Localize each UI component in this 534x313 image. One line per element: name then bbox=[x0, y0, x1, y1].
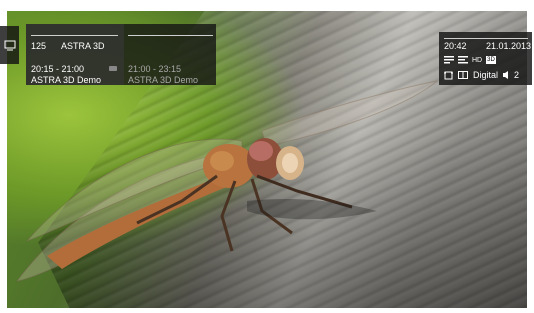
channel-number: 125 bbox=[31, 41, 47, 51]
hd-icon bbox=[109, 66, 117, 71]
channel-name: ASTRA 3D bbox=[61, 41, 105, 51]
hd-badge: HD bbox=[472, 56, 483, 64]
current-program-title: ASTRA 3D Demo bbox=[31, 75, 102, 85]
next-program-title: ASTRA 3D Demo bbox=[128, 75, 199, 85]
audio-label: Digital bbox=[473, 70, 499, 80]
channel-info-panel: 125 ASTRA 3D 20:15 - 21:00 ASTRA 3D Demo… bbox=[26, 24, 216, 85]
info-icons-row: HD 3D bbox=[444, 56, 496, 64]
audio-row: Digital 2 bbox=[444, 70, 519, 80]
tv-icon-box[interactable] bbox=[0, 26, 19, 64]
clock: 20:42 bbox=[444, 41, 467, 51]
next-program-time: 21:00 - 23:15 bbox=[128, 64, 182, 74]
current-program-time: 20:15 - 21:00 bbox=[31, 64, 85, 74]
teletext-icon bbox=[458, 56, 468, 64]
3d-icon: 3D bbox=[486, 56, 496, 64]
speaker-icon bbox=[503, 71, 509, 79]
status-panel: 20:42 21.01.2013 HD 3D Digital 2 bbox=[439, 32, 532, 85]
date: 21.01.2013 bbox=[486, 41, 532, 51]
audio-track-count: 2 bbox=[514, 70, 520, 80]
aspect-icon bbox=[444, 71, 453, 79]
list-icon bbox=[444, 56, 454, 64]
tv-icon bbox=[4, 40, 15, 51]
dolby-icon bbox=[458, 71, 468, 79]
